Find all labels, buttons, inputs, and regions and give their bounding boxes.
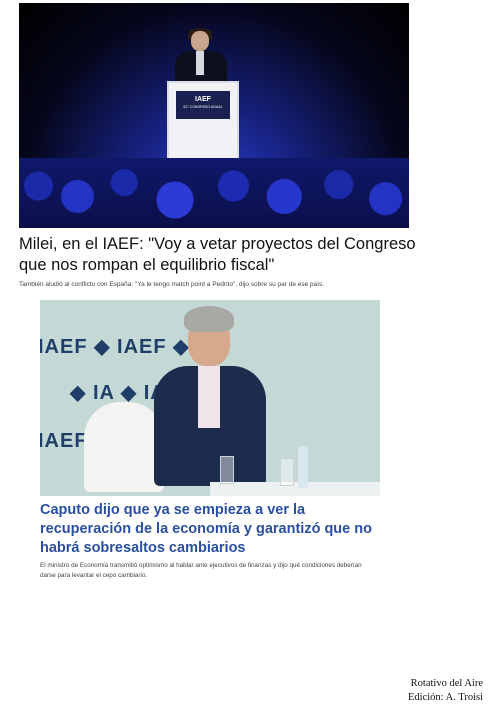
water-bottle	[298, 446, 308, 488]
credit-editor: Edición: A. Troisi	[408, 692, 483, 703]
seated-man	[136, 306, 286, 496]
milei-photo: IAEF 51° CONGRESO ANUAL	[19, 3, 409, 228]
audience	[19, 158, 409, 228]
side-table	[210, 482, 380, 496]
story2-lead: El ministro de Economía transmitió optim…	[40, 562, 362, 579]
podium-sign: IAEF 51° CONGRESO ANUAL	[176, 91, 230, 119]
water-glass	[220, 456, 234, 484]
story2-headline[interactable]: Caputo dijo que ya se empieza a ver la r…	[40, 501, 400, 558]
caputo-photo: IAEF ◆ IAEF ◆ IA ◆ IA ◆ IAEF IAEF ◆ IA	[40, 300, 380, 496]
story1-lead: También aludió al conflicto con España: …	[19, 281, 325, 288]
credit-block: Rotativo del Aire Edición: A. Troisi	[408, 677, 483, 705]
water-glass	[280, 458, 294, 486]
podium-subtitle: 51° CONGRESO ANUAL	[183, 105, 223, 109]
podium-logo: IAEF	[195, 96, 211, 103]
story1-headline[interactable]: Milei, en el IAEF: "Voy a vetar proyecto…	[19, 234, 429, 276]
credit-program: Rotativo del Aire	[410, 678, 483, 689]
